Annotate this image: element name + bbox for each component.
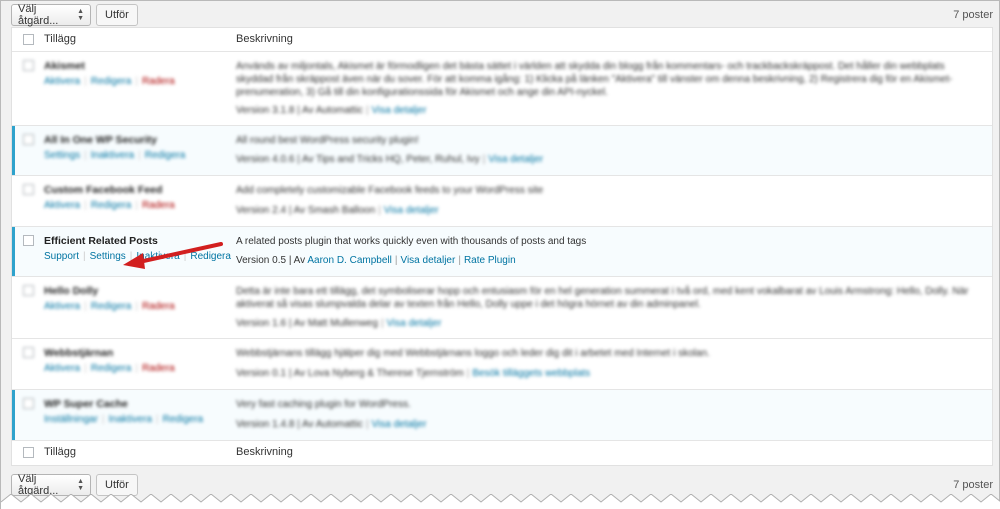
plugin-row-akismet: Akismet Aktivera | Redigera | Radera Används… xyxy=(12,52,992,126)
tablenav-top: Välj åtgärd... ▲ ▼ Utför 7 poster xyxy=(11,2,993,28)
column-footer-plugin[interactable]: Tillägg xyxy=(44,446,76,458)
plugin-checkbox[interactable] xyxy=(23,184,34,195)
items-count-bottom: 7 poster xyxy=(953,479,993,491)
plugin-version: Version 3.1.8 | Av Automattic xyxy=(236,105,363,116)
plugin-meta: Version 0.1 | Av Lova Nyberg & Therese T… xyxy=(236,368,591,379)
select-all-checkbox[interactable] xyxy=(23,34,34,45)
apply-button[interactable]: Utför xyxy=(96,4,138,26)
plugin-actions: Aktivera | Redigera | Radera xyxy=(44,200,175,211)
delete-link[interactable]: Radera xyxy=(142,363,175,374)
select-arrows-icon: ▲ ▼ xyxy=(77,478,84,492)
table-footer: Tillägg Beskrivning xyxy=(12,441,992,465)
plugin-checkbox[interactable] xyxy=(23,235,34,246)
plugin-row-custom-facebook-feed: Custom Facebook Feed Aktivera | Redigera | R… xyxy=(12,176,992,227)
deactivate-link[interactable]: Inaktivera xyxy=(109,414,152,425)
plugin-checkbox[interactable] xyxy=(23,134,34,145)
plugin-actions: Inställningar | Inaktivera | Redigera xyxy=(44,414,204,425)
plugin-description: All round best WordPress security plugin… xyxy=(236,135,419,146)
plugin-actions: Aktivera | Redigera | Radera xyxy=(44,76,175,87)
plugin-name: Hello Dolly xyxy=(44,285,99,297)
table-header: Tillägg Beskrivning xyxy=(12,28,992,52)
plugin-name: Akismet xyxy=(44,60,85,72)
column-header-plugin[interactable]: Tillägg xyxy=(44,33,76,45)
bulk-action-select-value: Välj åtgärd... xyxy=(18,3,59,27)
activate-link[interactable]: Aktivera xyxy=(44,76,80,87)
plugin-description: A related posts plugin that works quickl… xyxy=(236,236,587,247)
edit-link[interactable]: Redigera xyxy=(91,200,132,211)
plugin-version: Version 0.5 | Av xyxy=(236,255,306,266)
activate-link[interactable]: Aktivera xyxy=(44,301,80,312)
view-details-link[interactable]: Visa detaljer xyxy=(400,255,455,266)
plugin-actions: Settings | Inaktivera | Redigera xyxy=(44,150,186,161)
rate-plugin-link[interactable]: Rate Plugin xyxy=(464,255,516,266)
plugin-checkbox[interactable] xyxy=(23,285,34,296)
select-all-checkbox-footer[interactable] xyxy=(23,447,34,458)
plugin-actions: Aktivera | Redigera | Radera xyxy=(44,363,175,374)
settings-link[interactable]: Inställningar xyxy=(44,414,98,425)
plugin-meta: Version 0.5 | Av Aaron D. Campbell | Visa … xyxy=(236,255,516,266)
plugin-meta: Version 1.4.8 | Av Automattic | Visa detal… xyxy=(236,419,427,430)
edit-link[interactable]: Redigera xyxy=(91,301,132,312)
column-footer-description: Beskrivning xyxy=(236,446,293,458)
annotation-arrow-icon xyxy=(123,242,223,269)
deactivate-link[interactable]: Inaktivera xyxy=(91,150,134,161)
plugin-actions: Aktivera | Redigera | Radera xyxy=(44,301,175,312)
support-link[interactable]: Support xyxy=(44,251,79,262)
torn-edge-decoration xyxy=(1,494,1000,509)
plugin-meta: Version 1.6 | Av Matt Mullenweg | Visa det… xyxy=(236,318,442,329)
plugin-checkbox[interactable] xyxy=(23,60,34,71)
settings-link[interactable]: Settings xyxy=(44,150,80,161)
bulk-action-select[interactable]: Välj åtgärd... ▲ ▼ xyxy=(11,3,91,27)
author-link[interactable]: Aaron D. Campbell xyxy=(307,255,391,266)
apply-button-bottom[interactable]: Utför xyxy=(96,474,138,496)
plugin-row-wp-super-cache: WP Super Cache Inställningar | Inaktivera |… xyxy=(12,390,992,441)
column-header-description: Beskrivning xyxy=(236,33,293,45)
plugin-site-link[interactable]: Besök tilläggets webbplats xyxy=(472,368,590,379)
view-details-link[interactable]: Visa detaljer xyxy=(488,154,543,165)
plugin-row-hello-dolly: Hello Dolly Aktivera | Redigera | Radera Det… xyxy=(12,277,992,339)
edit-link[interactable]: Redigera xyxy=(145,150,186,161)
delete-link[interactable]: Radera xyxy=(142,301,175,312)
screenshot-frame: Välj åtgärd... ▲ ▼ Utför 7 poster Tillägg… xyxy=(0,0,1000,509)
delete-link[interactable]: Radera xyxy=(142,76,175,87)
view-details-link[interactable]: Visa detaljer xyxy=(384,205,439,216)
select-arrows-icon: ▲ ▼ xyxy=(77,8,84,22)
plugin-version: Version 1.4.8 | Av Automattic xyxy=(236,419,363,430)
plugin-meta: Version 2.4 | Av Smash Balloon | Visa deta… xyxy=(236,205,439,216)
plugin-version: Version 2.4 | Av Smash Balloon xyxy=(236,205,376,216)
plugin-description: Används av miljontals, Akismet är förmod… xyxy=(236,61,953,98)
plugin-row-webbstjarnan: Webbstjärnan Aktivera | Redigera | Radera We… xyxy=(12,339,992,390)
edit-link[interactable]: Redigera xyxy=(91,76,132,87)
plugin-description: Very fast caching plugin for WordPress. xyxy=(236,399,411,410)
plugin-description: Webbstjärnans tillägg hjälper dig med We… xyxy=(236,348,710,359)
plugin-name: Webbstjärnan xyxy=(44,347,114,359)
plugin-checkbox[interactable] xyxy=(23,398,34,409)
plugin-meta: Version 3.1.8 | Av Automattic | Visa detal… xyxy=(236,105,427,116)
plugin-description: Detta är inte bara ett tillägg, det symb… xyxy=(236,286,969,310)
plugin-row-all-in-one-wp-security: All In One WP Security Settings | Inaktive… xyxy=(12,126,992,176)
edit-link[interactable]: Redigera xyxy=(91,363,132,374)
view-details-link[interactable]: Visa detaljer xyxy=(387,318,442,329)
activate-link[interactable]: Aktivera xyxy=(44,200,80,211)
plugin-name: All In One WP Security xyxy=(44,134,157,146)
plugin-checkbox[interactable] xyxy=(23,347,34,358)
plugin-version: Version 0.1 | Av Lova Nyberg & Therese T… xyxy=(236,368,464,379)
plugin-description: Add completely customizable Facebook fee… xyxy=(236,185,544,196)
view-details-link[interactable]: Visa detaljer xyxy=(372,105,427,116)
plugin-version: Version 4.0.6 | Av Tips and Tricks HQ, P… xyxy=(236,154,480,165)
edit-link[interactable]: Redigera xyxy=(163,414,204,425)
plugin-version: Version 1.6 | Av Matt Mullenweg xyxy=(236,318,378,329)
items-count: 7 poster xyxy=(953,9,993,21)
plugin-name: WP Super Cache xyxy=(44,398,128,410)
plugin-name: Custom Facebook Feed xyxy=(44,184,163,196)
view-details-link[interactable]: Visa detaljer xyxy=(372,419,427,430)
plugin-meta: Version 4.0.6 | Av Tips and Tricks HQ, P… xyxy=(236,154,544,165)
activate-link[interactable]: Aktivera xyxy=(44,363,80,374)
bulk-action-select-bottom[interactable]: Välj åtgärd... ▲ ▼ xyxy=(11,473,91,497)
delete-link[interactable]: Radera xyxy=(142,200,175,211)
